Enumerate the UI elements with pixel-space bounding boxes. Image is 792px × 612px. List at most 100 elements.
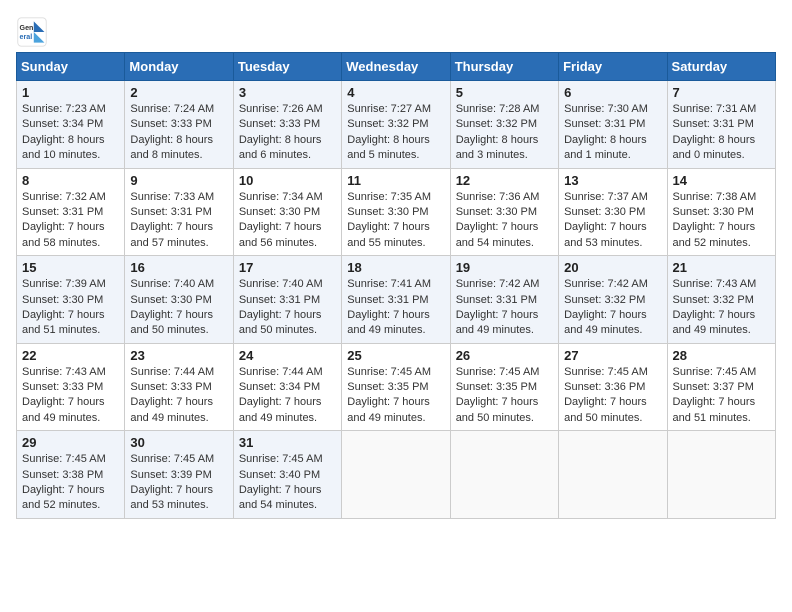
sunset-label: Sunset: 3:33 PM: [239, 118, 320, 130]
sunset-label: Sunset: 3:34 PM: [22, 118, 103, 130]
day-info: Sunrise: 7:33 AM Sunset: 3:31 PM Dayligh…: [130, 190, 227, 252]
day-number: 6: [564, 85, 661, 100]
day-number: 19: [456, 260, 553, 275]
calendar-cell: 19 Sunrise: 7:42 AM Sunset: 3:31 PM Dayl…: [450, 256, 558, 344]
sunrise-label: Sunrise: 7:26 AM: [239, 103, 323, 115]
day-number: 11: [347, 173, 444, 188]
calendar-cell: 12 Sunrise: 7:36 AM Sunset: 3:30 PM Dayl…: [450, 168, 558, 256]
sunrise-label: Sunrise: 7:38 AM: [673, 191, 757, 203]
daylight-label: Daylight: 8 hours and 6 minutes.: [239, 134, 322, 161]
day-info: Sunrise: 7:30 AM Sunset: 3:31 PM Dayligh…: [564, 102, 661, 164]
sunrise-label: Sunrise: 7:34 AM: [239, 191, 323, 203]
calendar-cell: 31 Sunrise: 7:45 AM Sunset: 3:40 PM Dayl…: [233, 431, 341, 519]
day-info: Sunrise: 7:34 AM Sunset: 3:30 PM Dayligh…: [239, 190, 336, 252]
logo[interactable]: Gen eral: [16, 16, 52, 48]
calendar-cell: 11 Sunrise: 7:35 AM Sunset: 3:30 PM Dayl…: [342, 168, 450, 256]
daylight-label: Daylight: 7 hours and 53 minutes.: [130, 484, 213, 511]
sunrise-label: Sunrise: 7:45 AM: [22, 453, 106, 465]
sunrise-label: Sunrise: 7:44 AM: [239, 366, 323, 378]
day-info: Sunrise: 7:45 AM Sunset: 3:40 PM Dayligh…: [239, 452, 336, 514]
sunset-label: Sunset: 3:36 PM: [564, 381, 645, 393]
daylight-label: Daylight: 7 hours and 49 minutes.: [239, 396, 322, 423]
day-number: 26: [456, 348, 553, 363]
header: Gen eral: [16, 16, 776, 48]
sunset-label: Sunset: 3:31 PM: [239, 294, 320, 306]
daylight-label: Daylight: 8 hours and 1 minute.: [564, 134, 647, 161]
sunrise-label: Sunrise: 7:45 AM: [456, 366, 540, 378]
daylight-label: Daylight: 8 hours and 0 minutes.: [673, 134, 756, 161]
day-number: 28: [673, 348, 770, 363]
calendar-cell: 6 Sunrise: 7:30 AM Sunset: 3:31 PM Dayli…: [559, 81, 667, 169]
daylight-label: Daylight: 7 hours and 49 minutes.: [347, 396, 430, 423]
daylight-label: Daylight: 8 hours and 10 minutes.: [22, 134, 105, 161]
sunset-label: Sunset: 3:37 PM: [673, 381, 754, 393]
day-info: Sunrise: 7:38 AM Sunset: 3:30 PM Dayligh…: [673, 190, 770, 252]
daylight-label: Daylight: 7 hours and 50 minutes.: [456, 396, 539, 423]
daylight-label: Daylight: 7 hours and 52 minutes.: [673, 221, 756, 248]
day-number: 25: [347, 348, 444, 363]
calendar-cell: 4 Sunrise: 7:27 AM Sunset: 3:32 PM Dayli…: [342, 81, 450, 169]
day-number: 27: [564, 348, 661, 363]
daylight-label: Daylight: 8 hours and 5 minutes.: [347, 134, 430, 161]
day-header-tuesday: Tuesday: [233, 53, 341, 81]
calendar-cell: 13 Sunrise: 7:37 AM Sunset: 3:30 PM Dayl…: [559, 168, 667, 256]
sunrise-label: Sunrise: 7:40 AM: [130, 278, 214, 290]
calendar-cell: 3 Sunrise: 7:26 AM Sunset: 3:33 PM Dayli…: [233, 81, 341, 169]
sunrise-label: Sunrise: 7:39 AM: [22, 278, 106, 290]
day-info: Sunrise: 7:26 AM Sunset: 3:33 PM Dayligh…: [239, 102, 336, 164]
calendar-cell: [342, 431, 450, 519]
day-info: Sunrise: 7:45 AM Sunset: 3:36 PM Dayligh…: [564, 365, 661, 427]
daylight-label: Daylight: 7 hours and 49 minutes.: [564, 309, 647, 336]
daylight-label: Daylight: 7 hours and 53 minutes.: [564, 221, 647, 248]
day-number: 9: [130, 173, 227, 188]
sunrise-label: Sunrise: 7:42 AM: [456, 278, 540, 290]
daylight-label: Daylight: 7 hours and 50 minutes.: [130, 309, 213, 336]
calendar-cell: 20 Sunrise: 7:42 AM Sunset: 3:32 PM Dayl…: [559, 256, 667, 344]
sunset-label: Sunset: 3:33 PM: [130, 381, 211, 393]
daylight-label: Daylight: 7 hours and 49 minutes.: [347, 309, 430, 336]
calendar-cell: 28 Sunrise: 7:45 AM Sunset: 3:37 PM Dayl…: [667, 343, 775, 431]
calendar-cell: 27 Sunrise: 7:45 AM Sunset: 3:36 PM Dayl…: [559, 343, 667, 431]
day-info: Sunrise: 7:45 AM Sunset: 3:35 PM Dayligh…: [347, 365, 444, 427]
calendar-cell: 5 Sunrise: 7:28 AM Sunset: 3:32 PM Dayli…: [450, 81, 558, 169]
day-info: Sunrise: 7:37 AM Sunset: 3:30 PM Dayligh…: [564, 190, 661, 252]
day-header-monday: Monday: [125, 53, 233, 81]
sunset-label: Sunset: 3:30 PM: [347, 206, 428, 218]
sunset-label: Sunset: 3:31 PM: [130, 206, 211, 218]
sunrise-label: Sunrise: 7:45 AM: [564, 366, 648, 378]
daylight-label: Daylight: 7 hours and 50 minutes.: [564, 396, 647, 423]
sunset-label: Sunset: 3:32 PM: [347, 118, 428, 130]
day-header-wednesday: Wednesday: [342, 53, 450, 81]
sunset-label: Sunset: 3:32 PM: [673, 294, 754, 306]
svg-text:eral: eral: [20, 33, 33, 41]
daylight-label: Daylight: 7 hours and 52 minutes.: [22, 484, 105, 511]
sunrise-label: Sunrise: 7:37 AM: [564, 191, 648, 203]
sunset-label: Sunset: 3:31 PM: [347, 294, 428, 306]
sunset-label: Sunset: 3:30 PM: [564, 206, 645, 218]
calendar-cell: 21 Sunrise: 7:43 AM Sunset: 3:32 PM Dayl…: [667, 256, 775, 344]
calendar-cell: 14 Sunrise: 7:38 AM Sunset: 3:30 PM Dayl…: [667, 168, 775, 256]
sunrise-label: Sunrise: 7:45 AM: [130, 453, 214, 465]
sunset-label: Sunset: 3:31 PM: [22, 206, 103, 218]
day-info: Sunrise: 7:39 AM Sunset: 3:30 PM Dayligh…: [22, 277, 119, 339]
svg-text:Gen: Gen: [20, 24, 34, 32]
day-info: Sunrise: 7:43 AM Sunset: 3:32 PM Dayligh…: [673, 277, 770, 339]
sunrise-label: Sunrise: 7:30 AM: [564, 103, 648, 115]
sunset-label: Sunset: 3:32 PM: [456, 118, 537, 130]
daylight-label: Daylight: 8 hours and 8 minutes.: [130, 134, 213, 161]
sunrise-label: Sunrise: 7:44 AM: [130, 366, 214, 378]
calendar-cell: 9 Sunrise: 7:33 AM Sunset: 3:31 PM Dayli…: [125, 168, 233, 256]
day-number: 14: [673, 173, 770, 188]
sunrise-label: Sunrise: 7:42 AM: [564, 278, 648, 290]
day-info: Sunrise: 7:41 AM Sunset: 3:31 PM Dayligh…: [347, 277, 444, 339]
calendar-cell: 29 Sunrise: 7:45 AM Sunset: 3:38 PM Dayl…: [17, 431, 125, 519]
calendar-cell: [450, 431, 558, 519]
day-info: Sunrise: 7:42 AM Sunset: 3:32 PM Dayligh…: [564, 277, 661, 339]
day-info: Sunrise: 7:32 AM Sunset: 3:31 PM Dayligh…: [22, 190, 119, 252]
daylight-label: Daylight: 7 hours and 55 minutes.: [347, 221, 430, 248]
calendar-cell: 17 Sunrise: 7:40 AM Sunset: 3:31 PM Dayl…: [233, 256, 341, 344]
calendar-cell: 2 Sunrise: 7:24 AM Sunset: 3:33 PM Dayli…: [125, 81, 233, 169]
day-info: Sunrise: 7:28 AM Sunset: 3:32 PM Dayligh…: [456, 102, 553, 164]
sunset-label: Sunset: 3:30 PM: [673, 206, 754, 218]
sunrise-label: Sunrise: 7:35 AM: [347, 191, 431, 203]
